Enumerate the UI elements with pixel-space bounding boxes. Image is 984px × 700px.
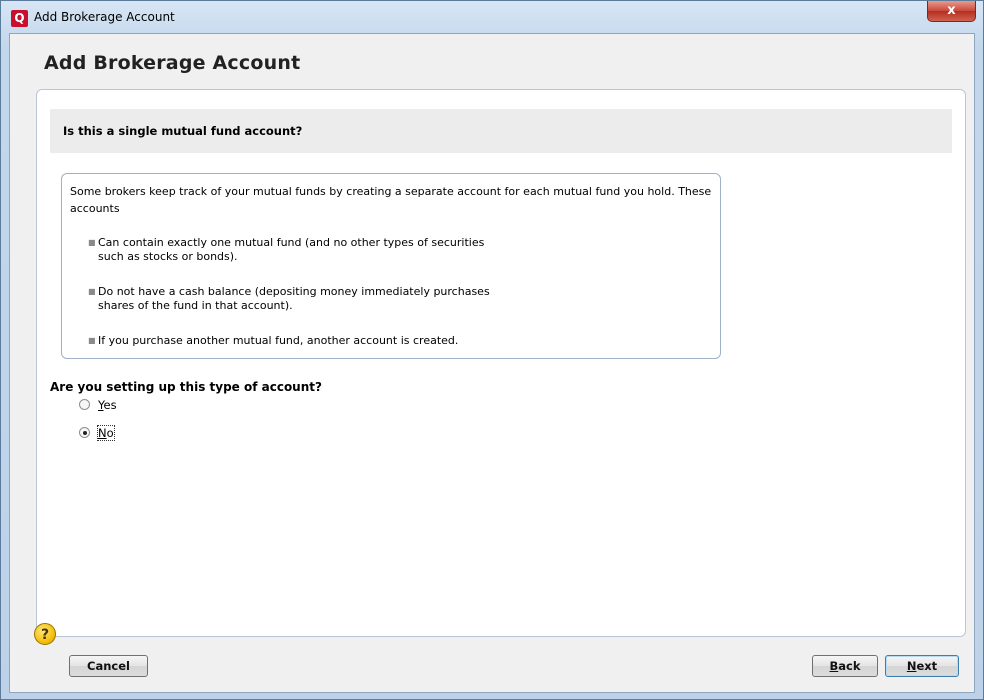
bullet-line: Can contain exactly one mutual fund (and… bbox=[98, 236, 485, 249]
no-label[interactable]: No bbox=[97, 425, 115, 441]
info-intro: Some brokers keep track of your mutual f… bbox=[70, 185, 712, 215]
info-bullet: ■ Do not have a cash balance (depositing… bbox=[88, 285, 490, 313]
info-box: Some brokers keep track of your mutual f… bbox=[61, 173, 721, 359]
next-button[interactable]: Next bbox=[885, 655, 959, 677]
bullet-icon: ■ bbox=[88, 238, 96, 247]
quicken-app-icon: Q bbox=[11, 10, 28, 27]
help-icon[interactable]: ? bbox=[34, 623, 56, 645]
cancel-button[interactable]: Cancel bbox=[69, 655, 148, 677]
content-panel: Is this a single mutual fund account? So… bbox=[36, 89, 966, 637]
mnemonic-key: N bbox=[906, 659, 917, 673]
question-header: Is this a single mutual fund account? bbox=[50, 109, 952, 153]
bullet-icon: ■ bbox=[88, 287, 96, 296]
dialog-client-area: Add Brokerage Account Is this a single m… bbox=[9, 33, 975, 693]
close-button[interactable]: x bbox=[927, 1, 976, 22]
bullet-line: such as stocks or bonds). bbox=[98, 250, 238, 263]
label-rest: o bbox=[106, 426, 114, 440]
close-icon: x bbox=[947, 3, 956, 18]
dialog-window: Q Add Brokerage Account x Add Brokerage … bbox=[0, 0, 984, 700]
page-title: Add Brokerage Account bbox=[44, 52, 301, 74]
info-bullet: ■ Can contain exactly one mutual fund (a… bbox=[88, 236, 485, 264]
mnemonic-key: B bbox=[829, 659, 839, 673]
info-bullet: ■ If you purchase another mutual fund, a… bbox=[88, 334, 459, 348]
bullet-line: If you purchase another mutual fund, ano… bbox=[98, 334, 459, 347]
setup-question: Are you setting up this type of account? bbox=[50, 380, 322, 394]
title-bar[interactable]: Q Add Brokerage Account x bbox=[1, 1, 983, 35]
bullet-line: Do not have a cash balance (depositing m… bbox=[98, 285, 490, 298]
bullet-icon: ■ bbox=[88, 336, 96, 345]
question-text: Is this a single mutual fund account? bbox=[63, 124, 303, 138]
bullet-line: shares of the fund in that account). bbox=[98, 299, 293, 312]
radio-button-icon[interactable] bbox=[79, 399, 90, 410]
radio-button-checked-icon[interactable] bbox=[79, 427, 90, 438]
back-button[interactable]: Back bbox=[812, 655, 878, 677]
yes-label[interactable]: Yes bbox=[98, 398, 117, 412]
label-rest: ack bbox=[838, 659, 861, 673]
label-rest: ext bbox=[916, 659, 938, 673]
label-rest: es bbox=[103, 398, 117, 412]
mnemonic-key: N bbox=[98, 426, 107, 440]
window-title: Add Brokerage Account bbox=[34, 10, 175, 24]
